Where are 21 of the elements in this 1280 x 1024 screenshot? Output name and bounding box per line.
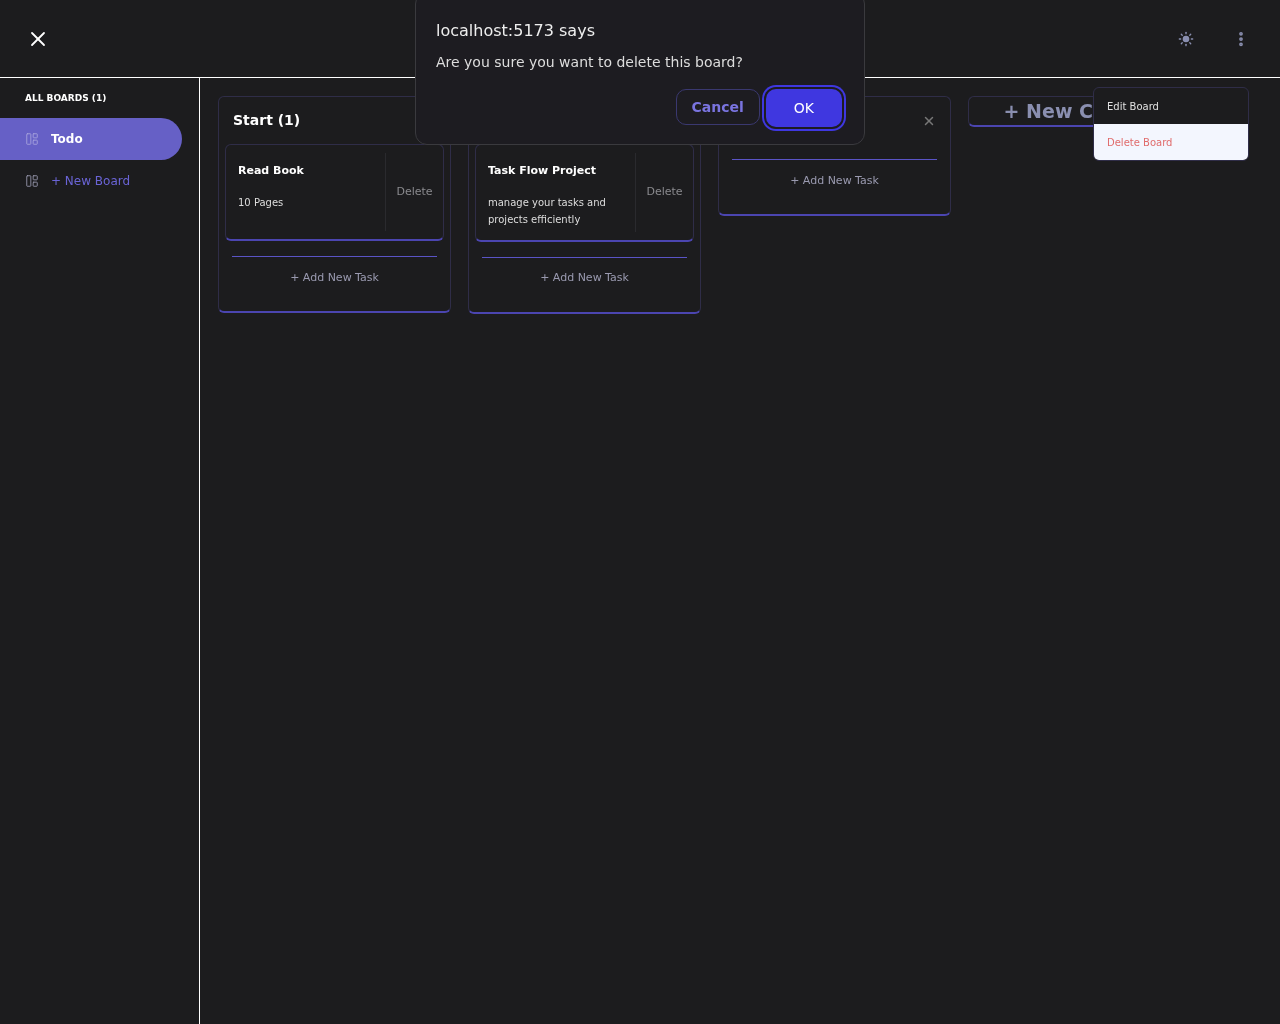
delete-button[interactable]: Delete bbox=[386, 145, 443, 239]
task-title: Task Flow Project bbox=[488, 163, 598, 179]
add-task-button[interactable]: + Add New Task bbox=[725, 160, 944, 202]
task-description: manage your tasks and projects efficiently bbox=[488, 195, 607, 227]
cancel-button[interactable]: Cancel bbox=[675, 89, 760, 125]
dialog-message: Are you sure you want to delete this board? bbox=[436, 53, 744, 72]
new-board-link[interactable]: + New Board bbox=[0, 159, 182, 202]
task-title: Read Book bbox=[238, 163, 305, 179]
theme-toggle-icon[interactable] bbox=[1178, 30, 1194, 47]
task-description: 10 Pages bbox=[238, 195, 285, 210]
delete-button[interactable]: Delete bbox=[636, 145, 693, 240]
menu-item[interactable]: Edit Board bbox=[1094, 88, 1248, 124]
add-task-button[interactable]: + Add New Task bbox=[225, 257, 444, 299]
column-title: Start (1) bbox=[233, 111, 301, 130]
dialog-title: localhost:5173 says bbox=[436, 20, 596, 42]
sidebar-heading: ALL BOARDS (1) bbox=[24, 92, 108, 105]
board-icon bbox=[25, 131, 39, 146]
add-task-button[interactable]: + Add New Task bbox=[475, 257, 694, 300]
sidebar-item[interactable]: Todo bbox=[0, 117, 182, 160]
board-icon bbox=[25, 173, 39, 188]
task-card[interactable]: Read Book 10 Pages Delete bbox=[225, 144, 444, 241]
